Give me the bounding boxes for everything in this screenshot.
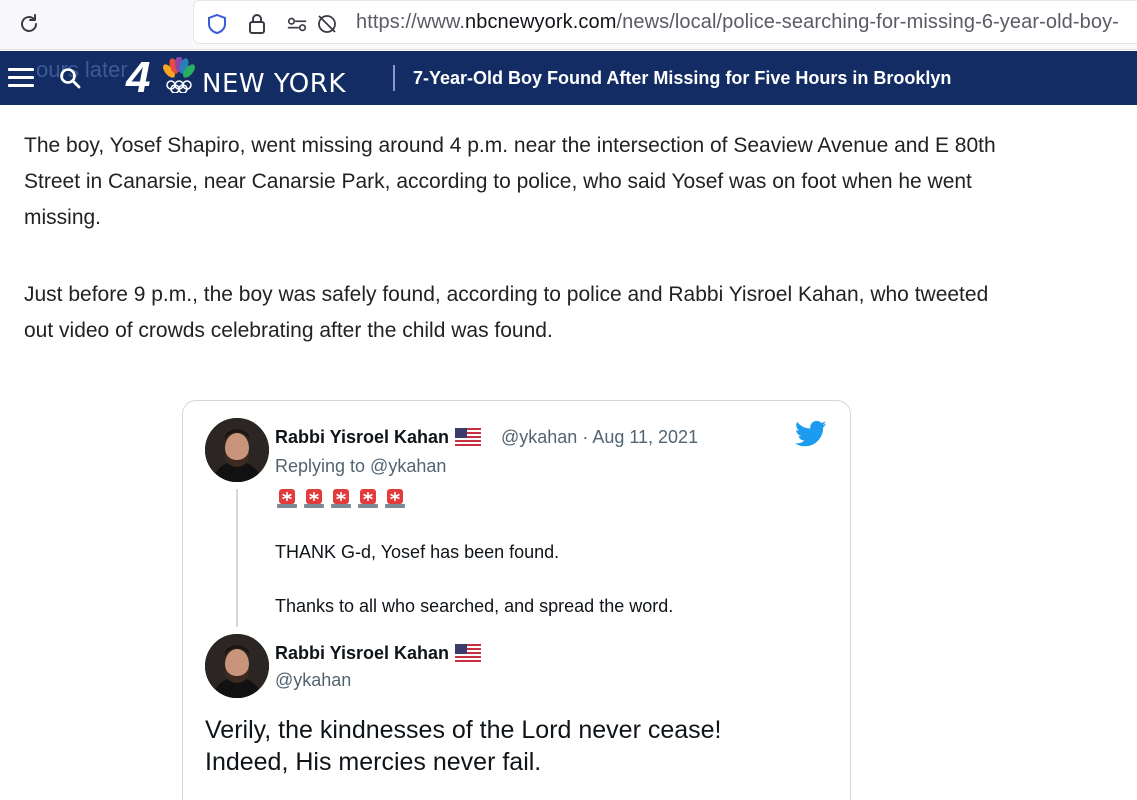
nav-divider xyxy=(393,65,395,91)
quoted-author-name: Rabbi Yisroel Kahan xyxy=(275,643,450,663)
tracking-protection-button[interactable] xyxy=(206,13,228,35)
url-path: /news/local/police-searching-for-missing… xyxy=(616,11,1119,33)
tweet-handle-date[interactable]: @ykahan · Aug 11, 2021 xyxy=(501,427,698,448)
logo-text: NEW YORK xyxy=(202,69,346,99)
avatar[interactable] xyxy=(205,634,269,698)
twitter-bird-icon[interactable] xyxy=(795,420,827,448)
quoted-text-line: Indeed, His mercies never fail. xyxy=(205,748,542,776)
police-light-icon xyxy=(304,489,324,508)
logo-number: 4 xyxy=(126,53,151,102)
thread-line xyxy=(236,489,238,627)
article-paragraph: The boy, Yosef Shapiro, went missing aro… xyxy=(24,134,996,229)
us-flag-icon xyxy=(455,643,482,662)
quoted-tweet-text: Verily, the kindnesses of the Lord never… xyxy=(205,714,722,778)
browser-toolbar: https://www.nbcnewyork.com/news/local/po… xyxy=(0,0,1137,50)
lock-icon xyxy=(249,14,265,34)
tweet-author-name: Rabbi Yisroel Kahan xyxy=(275,427,450,447)
article-headline: 7-Year-Old Boy Found After Missing for F… xyxy=(413,68,952,88)
nbc-peacock-icon xyxy=(163,57,195,93)
avatar[interactable] xyxy=(205,418,269,482)
search-icon[interactable] xyxy=(58,66,82,90)
address-bar[interactable]: https://www.nbcnewyork.com/news/local/po… xyxy=(193,0,1137,44)
police-light-icon xyxy=(331,489,351,508)
site-logo[interactable]: 4 NEW YORK xyxy=(126,55,376,101)
police-light-icon xyxy=(277,489,297,508)
url-text[interactable]: https://www.nbcnewyork.com/news/local/po… xyxy=(356,11,1119,34)
tweet-author[interactable]: Rabbi Yisroel Kahan xyxy=(275,427,482,448)
url-host: nbcnewyork.com xyxy=(465,11,617,33)
siren-emoji-row xyxy=(275,486,407,510)
quoted-handle[interactable]: @ykahan xyxy=(275,670,351,691)
url-prefix: https://www. xyxy=(356,11,466,33)
embedded-tweet[interactable]: Rabbi Yisroel Kahan @ykahan · Aug 11, 20… xyxy=(182,400,851,800)
replying-to[interactable]: Replying to @ykahan xyxy=(275,456,446,477)
permissions-icon xyxy=(287,17,307,32)
shield-icon xyxy=(208,13,226,35)
site-header: ours later 4 NEW YORK 7-Year-Old Boy Fou… xyxy=(0,51,1137,105)
hamburger-menu-icon[interactable] xyxy=(8,68,34,88)
reload-icon xyxy=(21,14,37,32)
police-light-icon xyxy=(385,489,405,508)
article-paragraph: Just before 9 p.m., the boy was safely f… xyxy=(24,283,989,342)
tweet-text-line: Thanks to all who searched, and spread t… xyxy=(275,596,674,616)
tweet-text-line: THANK G-d, Yosef has been found. xyxy=(275,542,560,562)
quoted-text-line: Verily, the kindnesses of the Lord never… xyxy=(205,716,722,744)
police-light-icon xyxy=(358,489,378,508)
site-info-button[interactable] xyxy=(246,13,268,35)
quoted-author[interactable]: Rabbi Yisroel Kahan xyxy=(275,643,482,664)
reload-button[interactable] xyxy=(14,9,44,39)
us-flag-icon xyxy=(455,427,482,446)
permissions-button[interactable] xyxy=(286,13,308,35)
tracking-blocked-icon xyxy=(318,15,336,33)
tracking-blocked-button[interactable] xyxy=(316,13,338,35)
